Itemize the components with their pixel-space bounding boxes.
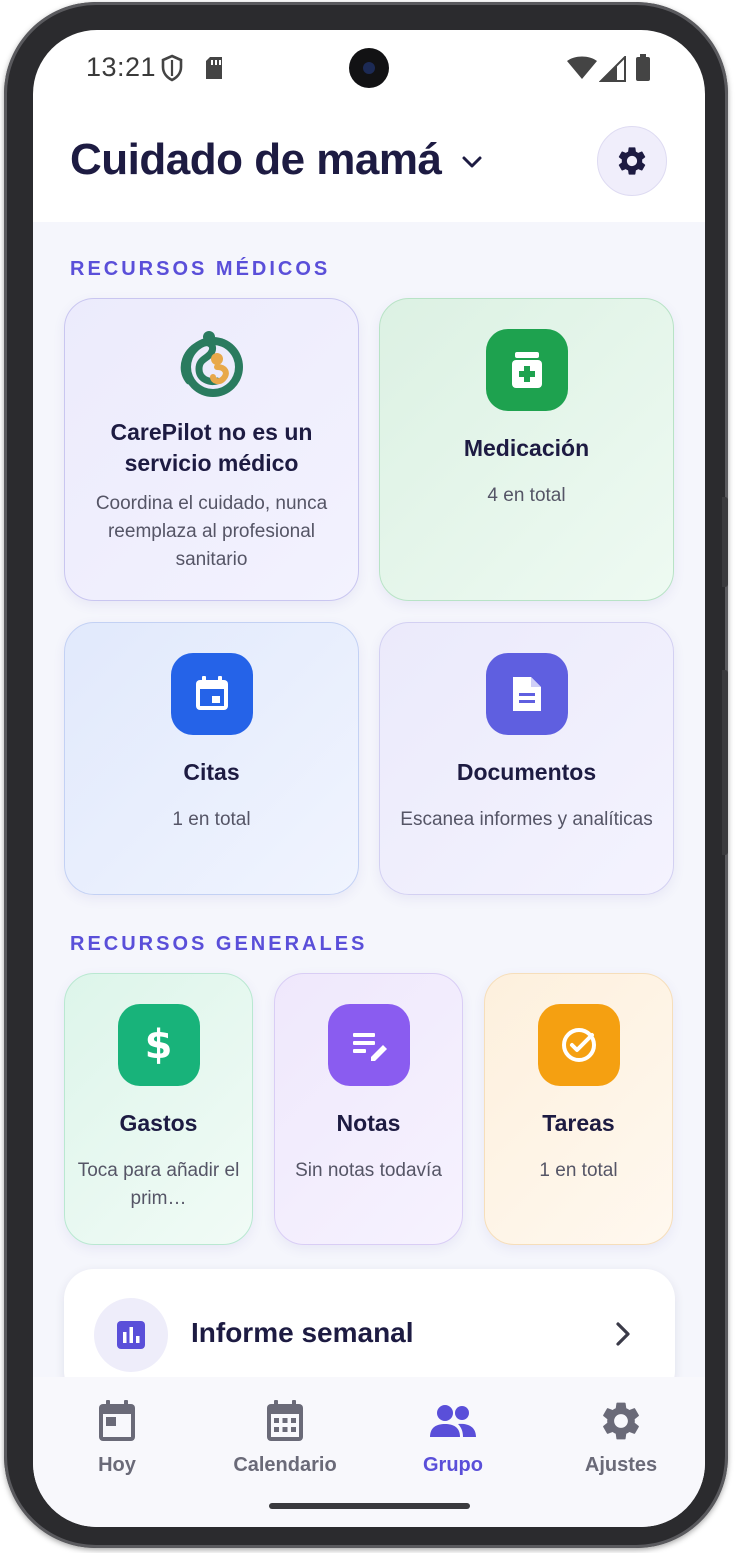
notes-card[interactable]: Notas Sin notas todavía — [274, 973, 463, 1245]
shield-icon — [161, 54, 183, 82]
nav-label: Hoy — [98, 1454, 136, 1476]
expenses-card[interactable]: $ Gastos Toca para añadir el prim… — [64, 973, 253, 1245]
tasks-card[interactable]: Tareas 1 en total — [484, 973, 673, 1245]
phone-frame: 13:21 Cuidado de mamá RECURSOS MÉDICOS C… — [4, 2, 728, 1548]
card-subtitle: 1 en total — [539, 1160, 618, 1181]
card-title: Citas — [183, 759, 240, 785]
card-title: Medicación — [463, 435, 590, 461]
gear-icon — [603, 1402, 639, 1440]
card-title: Tareas — [542, 1110, 615, 1136]
group-selector[interactable]: Cuidado de mamá — [70, 135, 483, 185]
section-label-medical: RECURSOS MÉDICOS — [70, 258, 331, 280]
nav-label: Ajustes — [584, 1454, 658, 1476]
calendar-today-icon — [99, 1400, 135, 1441]
gear-icon — [618, 147, 646, 175]
group-icon — [430, 1405, 476, 1437]
bar-chart-icon — [94, 1298, 168, 1372]
sd-card-icon — [206, 57, 222, 79]
power-button — [722, 670, 728, 855]
calendar-icon — [170, 653, 253, 735]
chevron-down-icon — [462, 156, 482, 168]
weekly-report-button[interactable]: Informe semanal — [64, 1269, 675, 1377]
weekly-report-label: Informe semanal — [191, 1317, 414, 1348]
nav-item-hoy[interactable]: Hoy — [57, 1397, 177, 1477]
dollar-icon: $ — [117, 1004, 200, 1086]
status-time: 13:21 — [86, 52, 157, 82]
calendar-month-icon — [267, 1400, 303, 1441]
section-label-general: RECURSOS GENERALES — [70, 933, 368, 955]
card-title: Documentos — [456, 759, 597, 785]
medication-icon — [485, 329, 568, 411]
status-bar: 13:21 — [33, 30, 705, 110]
card-subtitle: 1 en total — [172, 809, 251, 830]
signal-icon — [599, 56, 626, 82]
card-subtitle: Coordina el cuidado, nunca reemplaza al … — [95, 493, 328, 570]
card-subtitle: Toca para añadir el prim… — [77, 1160, 240, 1209]
medication-card[interactable]: Medicación 4 en total — [379, 298, 674, 601]
nav-item-grupo[interactable]: Grupo — [393, 1397, 513, 1477]
document-icon — [485, 653, 568, 735]
disclaimer-card[interactable]: CarePilot no es un servicio médico Coord… — [64, 298, 359, 601]
resources-scroll-area[interactable]: RECURSOS MÉDICOS CarePilot no es un serv… — [33, 222, 705, 1377]
volume-button — [722, 497, 728, 587]
screen: 13:21 Cuidado de mamá RECURSOS MÉDICOS C… — [33, 30, 705, 1527]
home-indicator[interactable] — [269, 1503, 470, 1509]
bottom-navigation: Hoy Calendario Grupo Ajustes — [33, 1377, 705, 1527]
card-title: CarePilot no es un servicio médico — [110, 419, 313, 476]
page-title: Cuidado de mamá — [70, 135, 442, 184]
card-title: Notas — [336, 1110, 401, 1136]
appointments-card[interactable]: Citas 1 en total — [64, 622, 359, 895]
card-subtitle: Sin notas todavía — [295, 1160, 442, 1181]
check-circle-icon — [537, 1004, 620, 1086]
chevron-right-icon — [616, 1322, 630, 1346]
nav-item-ajustes[interactable]: Ajustes — [561, 1397, 681, 1477]
settings-button[interactable] — [597, 126, 667, 196]
nav-label: Calendario — [233, 1454, 337, 1476]
wifi-icon — [567, 56, 597, 79]
card-title: Gastos — [119, 1110, 198, 1136]
front-camera — [349, 48, 389, 88]
carepilot-logo — [180, 331, 243, 397]
note-edit-icon — [327, 1004, 410, 1086]
documents-card[interactable]: Documentos Escanea informes y analíticas — [379, 622, 674, 895]
nav-item-calendario[interactable]: Calendario — [225, 1397, 345, 1477]
card-subtitle: Escanea informes y analíticas — [400, 809, 653, 830]
battery-icon — [636, 54, 650, 81]
card-subtitle: 4 en total — [487, 485, 566, 506]
nav-label: Grupo — [423, 1454, 483, 1476]
